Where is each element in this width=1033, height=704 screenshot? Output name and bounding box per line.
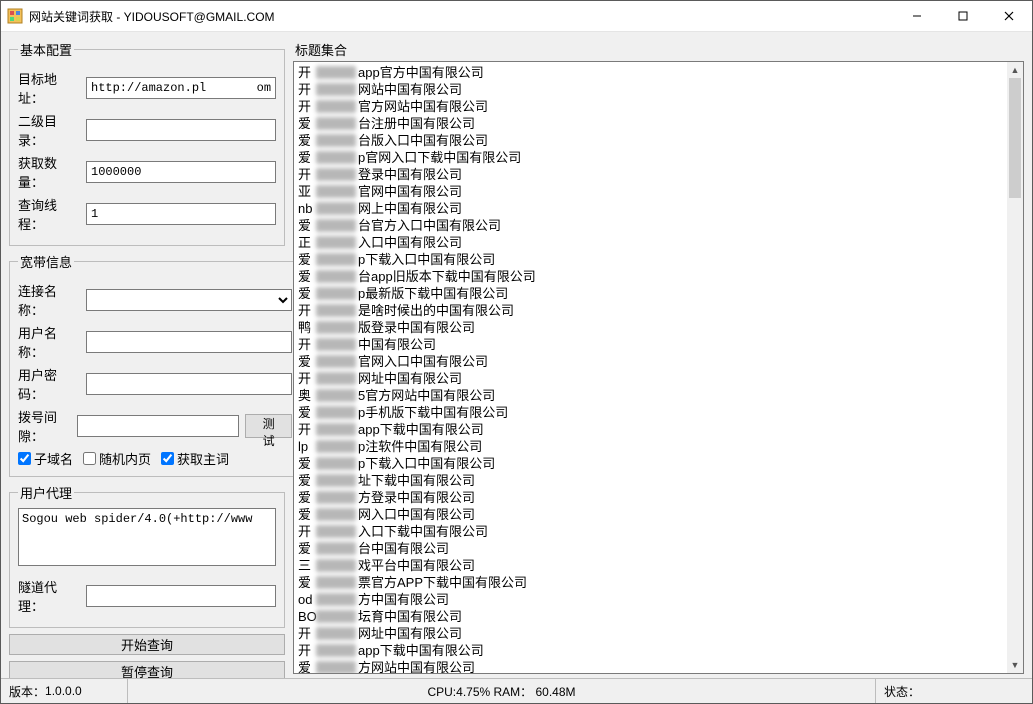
list-item[interactable]: 奥5官方网站中国有限公司 [298, 387, 1003, 404]
list-item[interactable]: 鸭版登录中国有限公司 [298, 319, 1003, 336]
scroll-thumb[interactable] [1009, 78, 1021, 198]
list-item[interactable]: 开中国有限公司 [298, 336, 1003, 353]
subdir-label: 二级目录： [18, 111, 80, 149]
test-button[interactable]: 测试 [245, 414, 292, 438]
close-button[interactable] [986, 1, 1032, 31]
count-label: 获取数量： [18, 153, 80, 191]
list-item[interactable]: 爱方网站中国有限公司 [298, 659, 1003, 673]
tunnel-label: 隧道代理： [18, 577, 80, 615]
useragent-input[interactable] [18, 508, 276, 566]
subdomain-check-label[interactable]: 子域名 [18, 449, 73, 468]
useragent-legend: 用户代理 [18, 483, 74, 502]
list-item[interactable]: 爱p下载入口中国有限公司 [298, 455, 1003, 472]
tunnel-input[interactable] [86, 585, 276, 607]
list-item[interactable]: 爱p最新版下载中国有限公司 [298, 285, 1003, 302]
basic-config-group: 基本配置 目标地址： 二级目录： 获取数量： 查询线程： [9, 40, 285, 246]
list-item[interactable]: 正入口中国有限公司 [298, 234, 1003, 251]
pass-input[interactable] [86, 373, 292, 395]
state-label: 状态： [884, 683, 920, 700]
list-item[interactable]: lpp注软件中国有限公司 [298, 438, 1003, 455]
list-item[interactable]: 开app下载中国有限公司 [298, 421, 1003, 438]
list-item[interactable]: 爱p官网入口下载中国有限公司 [298, 149, 1003, 166]
bandwidth-legend: 宽带信息 [18, 252, 74, 271]
dial-label: 拨号间隙： [18, 407, 71, 445]
results-legend: 标题集合 [293, 40, 1024, 59]
list-item[interactable]: 爱官网入口中国有限公司 [298, 353, 1003, 370]
list-item[interactable]: 三戏平台中国有限公司 [298, 557, 1003, 574]
list-item[interactable]: 爱台官方入口中国有限公司 [298, 217, 1003, 234]
scroll-track[interactable] [1007, 78, 1023, 657]
subdomain-check[interactable] [18, 452, 31, 465]
list-item[interactable]: 开入口下载中国有限公司 [298, 523, 1003, 540]
list-item[interactable]: 开app下载中国有限公司 [298, 642, 1003, 659]
window-title: 网站关键词获取 - YIDOUSOFT@GMAIL.COM [29, 8, 894, 25]
mainword-check[interactable] [161, 452, 174, 465]
list-item[interactable]: 爱台版入口中国有限公司 [298, 132, 1003, 149]
list-item[interactable]: 亚官网中国有限公司 [298, 183, 1003, 200]
titlebar: 网站关键词获取 - YIDOUSOFT@GMAIL.COM [1, 1, 1032, 32]
list-item[interactable]: 开是啥时候出的中国有限公司 [298, 302, 1003, 319]
start-button[interactable]: 开始查询 [9, 634, 285, 655]
version-label: 版本： [9, 683, 45, 700]
list-item[interactable]: 开登录中国有限公司 [298, 166, 1003, 183]
subdir-input[interactable] [86, 119, 276, 141]
count-input[interactable] [86, 161, 276, 183]
target-label: 目标地址： [18, 69, 80, 107]
list-item[interactable]: 爱台注册中国有限公司 [298, 115, 1003, 132]
scroll-up-icon[interactable]: ▲ [1007, 62, 1023, 78]
bandwidth-group: 宽带信息 连接名称： 用户名称： 用户密码： 拨号间隙： 测试 [9, 252, 301, 477]
list-item[interactable]: 爱台app旧版本下载中国有限公司 [298, 268, 1003, 285]
list-item[interactable]: 爱址下载中国有限公司 [298, 472, 1003, 489]
maximize-button[interactable] [940, 1, 986, 31]
results-listbox[interactable]: 开app官方中国有限公司开网站中国有限公司开官方网站中国有限公司爱台注册中国有限… [293, 61, 1024, 674]
user-label: 用户名称： [18, 323, 80, 361]
user-input[interactable] [86, 331, 292, 353]
statusbar: 版本： 1.0.0.0 CPU:4.75% RAM： 60.48M 状态： [1, 678, 1032, 703]
list-item[interactable]: 开网址中国有限公司 [298, 370, 1003, 387]
list-item[interactable]: 开app官方中国有限公司 [298, 64, 1003, 81]
list-item[interactable]: 爱方登录中国有限公司 [298, 489, 1003, 506]
app-icon [7, 8, 23, 24]
scrollbar[interactable]: ▲ ▼ [1007, 62, 1023, 673]
list-item[interactable]: od方中国有限公司 [298, 591, 1003, 608]
list-item[interactable]: nb网上中国有限公司 [298, 200, 1003, 217]
random-check-label[interactable]: 随机内页 [83, 449, 151, 468]
scroll-down-icon[interactable]: ▼ [1007, 657, 1023, 673]
list-item[interactable]: 爱网入口中国有限公司 [298, 506, 1003, 523]
useragent-group: 用户代理 隧道代理： [9, 483, 285, 628]
cpu-ram-status: CPU:4.75% RAM： 60.48M [128, 683, 875, 700]
pause-button[interactable]: 暂停查询 [9, 661, 285, 678]
threads-label: 查询线程： [18, 195, 80, 233]
mainword-check-label[interactable]: 获取主词 [161, 449, 229, 468]
list-item[interactable]: 爱台中国有限公司 [298, 540, 1003, 557]
version-value: 1.0.0.0 [45, 684, 82, 698]
list-item[interactable]: BO坛育中国有限公司 [298, 608, 1003, 625]
target-input[interactable] [86, 77, 276, 99]
list-item[interactable]: 爱p手机版下载中国有限公司 [298, 404, 1003, 421]
threads-input[interactable] [86, 203, 276, 225]
list-item[interactable]: 爱票官方APP下载中国有限公司 [298, 574, 1003, 591]
pass-label: 用户密码： [18, 365, 80, 403]
list-item[interactable]: 开网址中国有限公司 [298, 625, 1003, 642]
list-item[interactable]: 开网站中国有限公司 [298, 81, 1003, 98]
minimize-button[interactable] [894, 1, 940, 31]
list-item[interactable]: 开官方网站中国有限公司 [298, 98, 1003, 115]
random-check[interactable] [83, 452, 96, 465]
dial-input[interactable] [77, 415, 239, 437]
conn-label: 连接名称： [18, 281, 80, 319]
conn-select[interactable] [86, 289, 292, 311]
list-item[interactable]: 爱p下载入口中国有限公司 [298, 251, 1003, 268]
basic-config-legend: 基本配置 [18, 40, 74, 59]
